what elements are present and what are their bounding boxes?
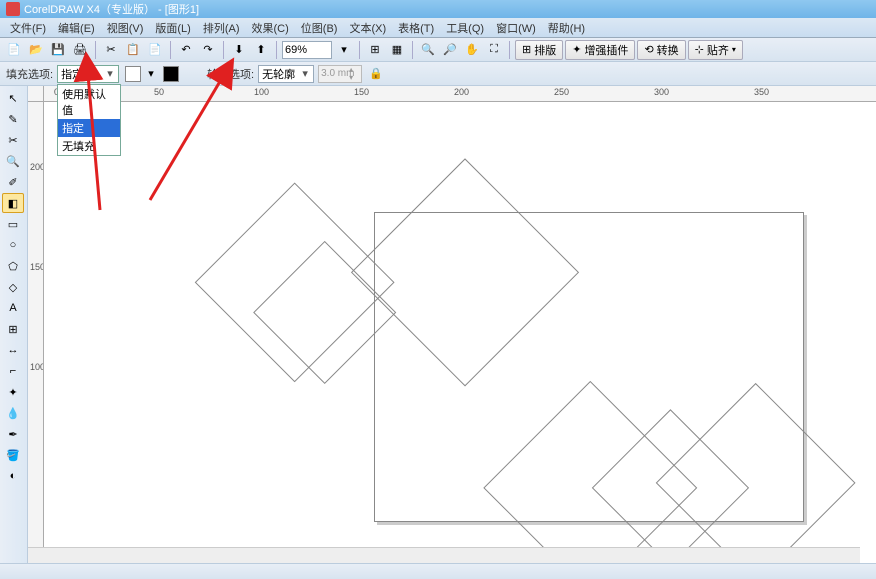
interactive-tool[interactable]: ✦ [2,382,24,402]
drawing-canvas[interactable] [44,102,876,563]
menubar: 文件(F) 编辑(E) 视图(V) 版面(L) 排列(A) 效果(C) 位图(B… [0,18,876,38]
menu-file[interactable]: 文件(F) [4,18,52,38]
snap-button[interactable]: ⊹贴齐▾ [688,40,743,60]
page [374,212,804,522]
menu-window[interactable]: 窗口(W) [490,18,542,38]
menu-help[interactable]: 帮助(H) [542,18,591,38]
menu-view[interactable]: 视图(V) [101,18,150,38]
shape-tool[interactable]: ✎ [2,109,24,129]
fit-icon[interactable]: ⛶ [484,40,504,60]
interactive-fill-tool[interactable]: ◐ [2,466,24,486]
status-bar [0,563,876,579]
redo-icon[interactable]: ↷ [198,40,218,60]
pick-tool[interactable]: ↖ [2,88,24,108]
cut-icon[interactable]: ✂ [101,40,121,60]
layout-button[interactable]: ⊞排版 [515,40,563,60]
zoom-in-icon[interactable]: 🔍 [418,40,438,60]
chevron-down-icon: ▾ [104,67,116,80]
fill-dropdown-menu: 使用默认值 指定 无填充 [57,84,121,156]
new-icon[interactable]: 📄 [4,40,24,60]
save-icon[interactable]: 💾 [48,40,68,60]
menu-table[interactable]: 表格(T) [392,18,440,38]
vertical-ruler[interactable]: 200 150 100 [28,102,44,563]
fill-option-specify[interactable]: 指定 [58,119,120,137]
color-dropdown-icon[interactable]: ▾ [145,64,157,84]
fill-option-default[interactable]: 使用默认值 [58,85,120,119]
menu-tools[interactable]: 工具(Q) [440,18,490,38]
fill-option-none[interactable]: 无填充 [58,137,120,155]
dimension-tool[interactable]: ↔ [2,340,24,360]
text-tool[interactable]: A [2,298,24,318]
polygon-tool[interactable]: ⬠ [2,256,24,276]
zoom-out-icon[interactable]: 🔎 [440,40,460,60]
freehand-tool[interactable]: ✐ [2,172,24,192]
canvas-area: 0 50 100 150 200 250 300 350 200 150 100 [28,86,876,563]
paste-icon[interactable]: 📄 [145,40,165,60]
crop-tool[interactable]: ✂ [2,130,24,150]
rectangle-tool[interactable]: ▭ [2,214,24,234]
open-icon[interactable]: 📂 [26,40,46,60]
menu-effects[interactable]: 效果(C) [246,18,295,38]
menu-arrange[interactable]: 排列(A) [197,18,246,38]
fill-color2-button[interactable] [163,66,179,82]
plugin-button[interactable]: ✦增强插件 [565,40,635,60]
outline-width-input[interactable]: 3.0 mm ▴▾ [318,65,362,83]
zoom-dropdown-icon[interactable]: ▾ [334,40,354,60]
zoom-tool[interactable]: 🔍 [2,151,24,171]
menu-layout[interactable]: 版面(L) [149,18,196,38]
window-title: CorelDRAW X4（专业版） - [图形1] [24,1,199,17]
chevron-down-icon: ▾ [299,67,311,80]
zoom-input[interactable] [282,41,332,59]
grid-icon[interactable]: ▦ [387,40,407,60]
print-icon[interactable]: 🖨 [70,40,90,60]
ellipse-tool[interactable]: ○ [2,235,24,255]
eyedropper-tool[interactable]: 💧 [2,403,24,423]
property-toolbar: 填充选项: 指定 ▾ 使用默认值 指定 无填充 ▾ 轮廓选项: 无轮廓 ▾ 3.… [0,62,876,86]
title-bar: CorelDRAW X4（专业版） - [图形1] [0,0,876,18]
horizontal-scrollbar[interactable] [28,547,860,563]
convert-button[interactable]: ⟲转换 [637,40,685,60]
menu-bitmap[interactable]: 位图(B) [295,18,344,38]
fill-options-dropdown[interactable]: 指定 ▾ 使用默认值 指定 无填充 [57,65,119,83]
smart-fill-tool[interactable]: ◧ [2,193,24,213]
outline-value: 无轮廓 [262,66,295,82]
outline-tool[interactable]: ✒ [2,424,24,444]
outline-options-dropdown[interactable]: 无轮廓 ▾ [258,65,314,83]
table-tool[interactable]: ⊞ [2,319,24,339]
snap-icon[interactable]: ⊞ [365,40,385,60]
ruler-origin[interactable] [28,86,44,102]
fill-color-button[interactable] [125,66,141,82]
lock-icon[interactable]: 🔒 [366,64,386,84]
fill-tool[interactable]: 🪣 [2,445,24,465]
basic-shapes-tool[interactable]: ◇ [2,277,24,297]
connector-tool[interactable]: ⌐ [2,361,24,381]
copy-icon[interactable]: 📋 [123,40,143,60]
hand-icon[interactable]: ✋ [462,40,482,60]
undo-icon[interactable]: ↶ [176,40,196,60]
standard-toolbar: 📄 📂 💾 🖨 ✂ 📋 📄 ↶ ↷ ⬇ ⬆ ▾ ⊞ ▦ 🔍 🔎 ✋ ⛶ ⊞排版 … [0,38,876,62]
fill-options-label: 填充选项: [6,66,53,82]
outline-options-label: 轮廓选项: [207,66,254,82]
import-icon[interactable]: ⬇ [229,40,249,60]
menu-text[interactable]: 文本(X) [343,18,392,38]
fill-value: 指定 [61,66,83,82]
toolbox: ↖ ✎ ✂ 🔍 ✐ ◧ ▭ ○ ⬠ ◇ A ⊞ ↔ ⌐ ✦ 💧 ✒ 🪣 ◐ [0,86,28,563]
horizontal-ruler[interactable]: 0 50 100 150 200 250 300 350 [44,86,876,102]
app-icon [6,2,20,16]
export-icon[interactable]: ⬆ [251,40,271,60]
menu-edit[interactable]: 编辑(E) [52,18,101,38]
